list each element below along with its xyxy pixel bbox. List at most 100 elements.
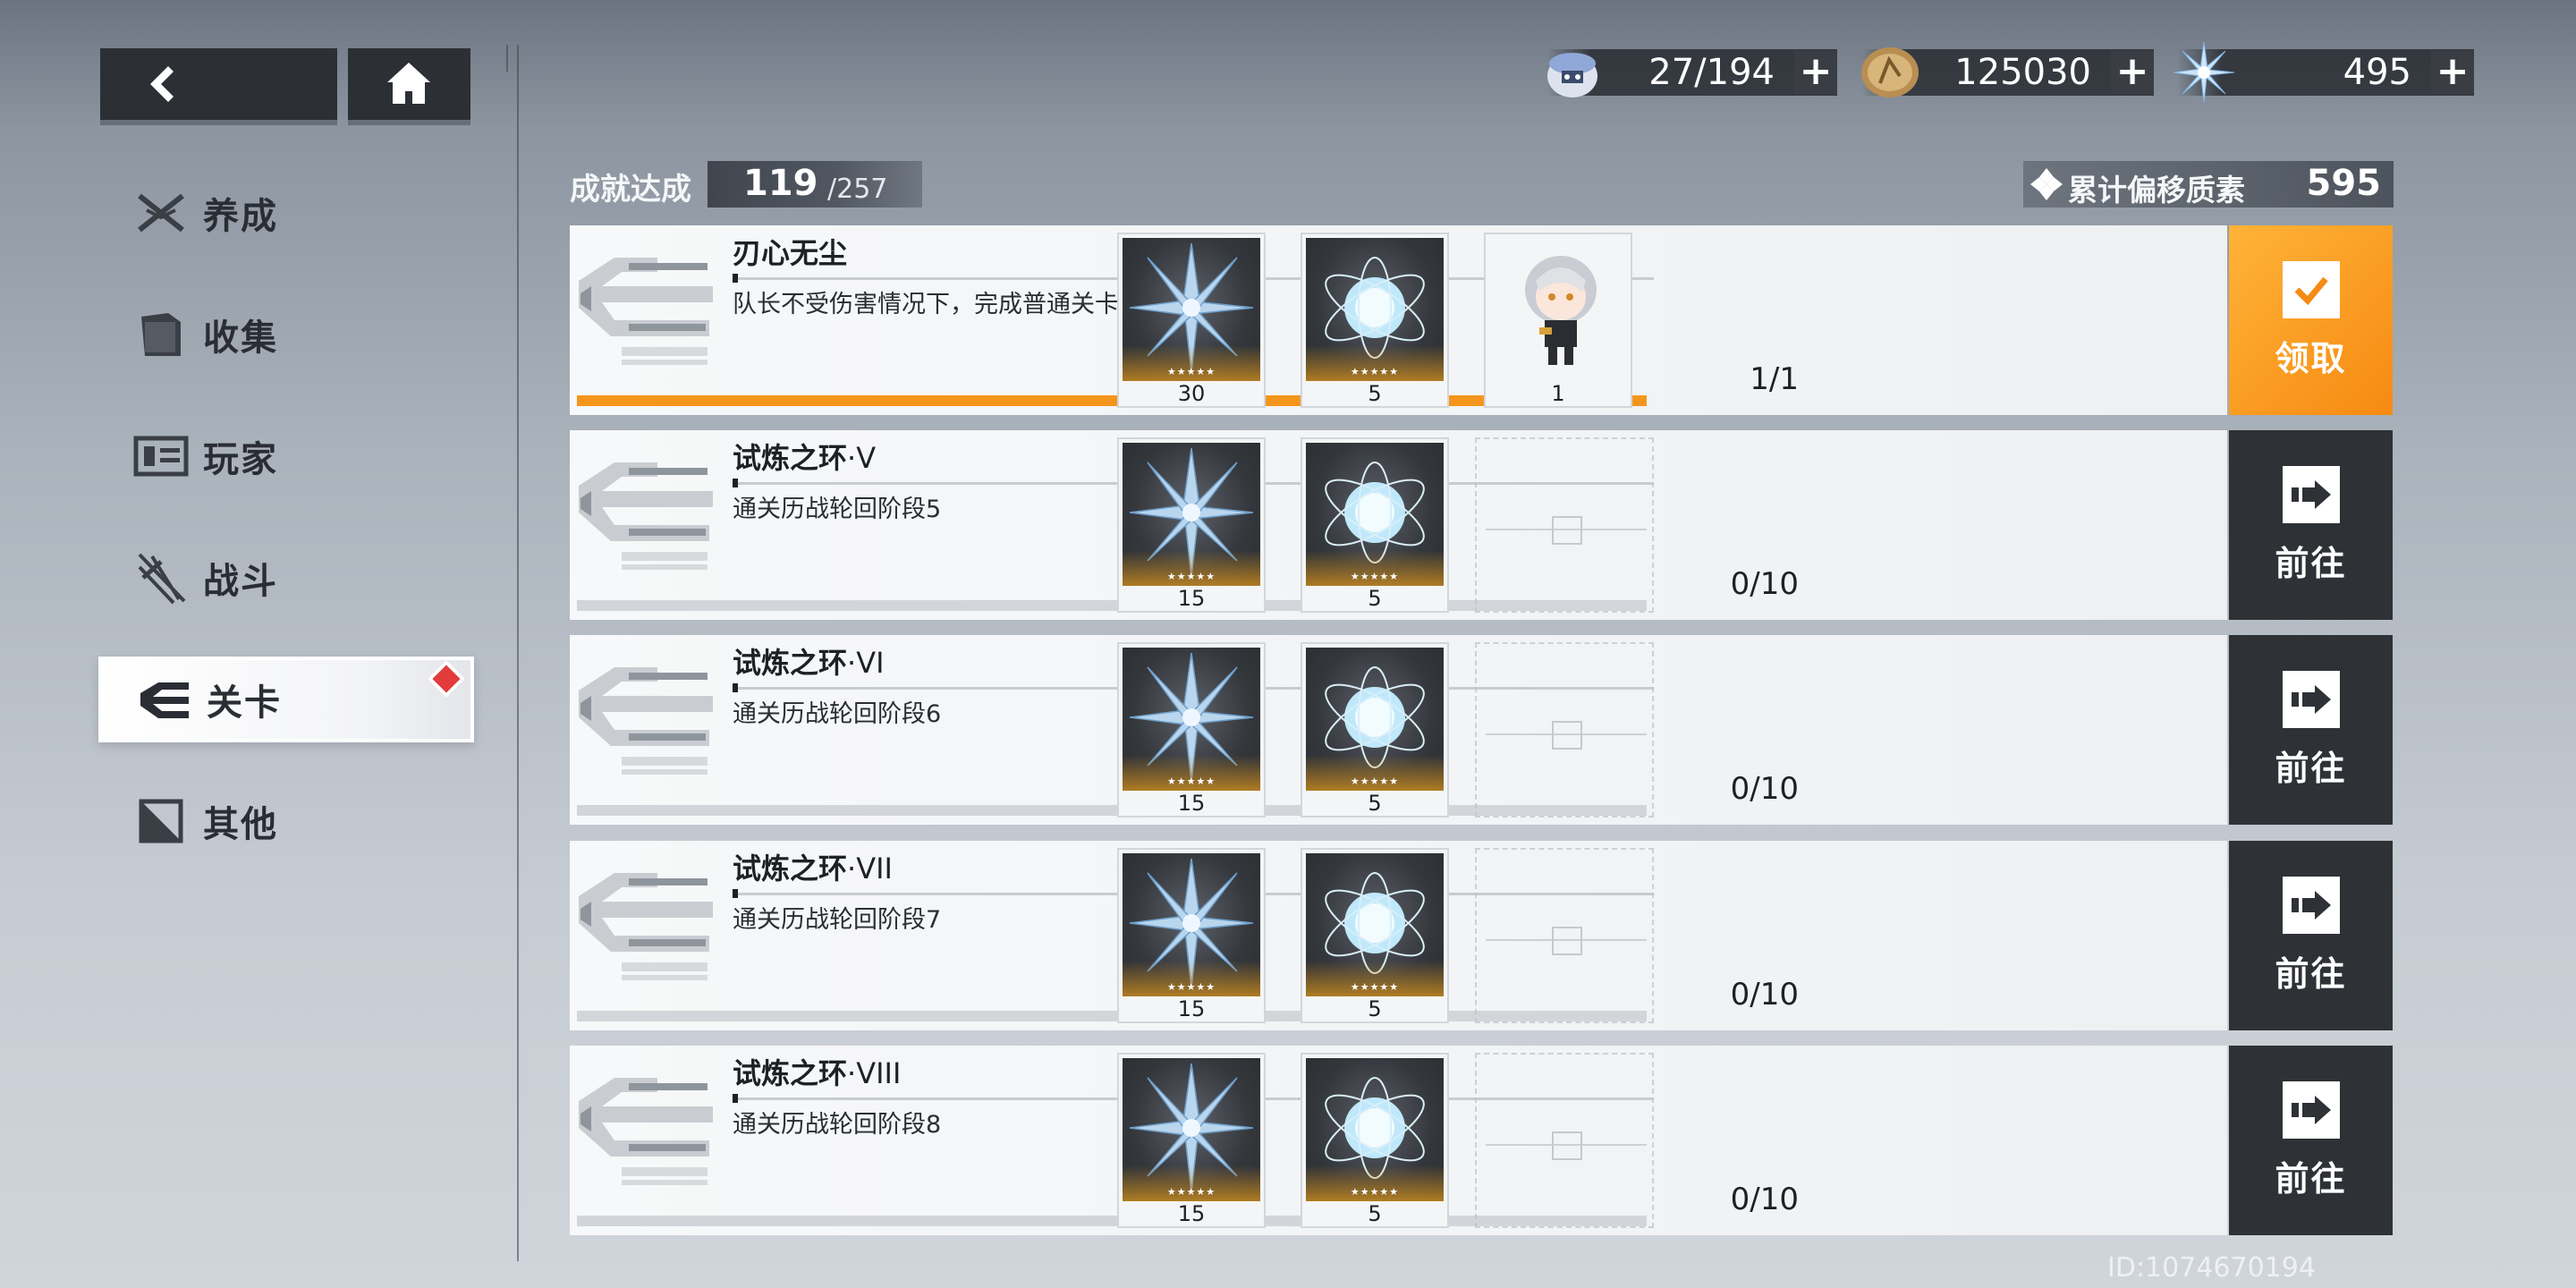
achievement-description: 通关历战轮回阶段5 (733, 496, 942, 523)
blades-icon (138, 553, 186, 605)
go-arrow-icon (2291, 684, 2331, 714)
go-button[interactable]: 前往 (2229, 430, 2393, 620)
reward-item[interactable]: ★★★★★ 15 (1117, 848, 1266, 1023)
reward-item[interactable]: ★★★★★ 5 (1301, 1053, 1449, 1228)
reward-item[interactable]: ★★★★★ 15 (1117, 1053, 1266, 1228)
achievement-title: 刃心无尘 (733, 231, 847, 272)
add-crystal-button[interactable]: + (2431, 51, 2474, 94)
empty-slot-square (1552, 516, 1582, 545)
sidebar-item-label: 关卡 (207, 682, 282, 724)
button-label: 领取 (2275, 338, 2347, 378)
achievement-emblem (575, 240, 718, 374)
achievement-emblem (575, 855, 718, 989)
reward-image: ★★★★★ (1306, 853, 1444, 996)
check-icon (2294, 276, 2328, 305)
button-label: 前往 (2275, 1158, 2347, 1199)
sidebar-item-label: 收集 (203, 318, 278, 359)
title-underline-marker (733, 479, 738, 487)
button-icon-box (2282, 1080, 2340, 1139)
reward-item[interactable]: ★★★★★ 5 (1301, 233, 1449, 408)
claim-button[interactable]: 领取 (2229, 225, 2393, 415)
achievement-progress-text: 0/10 (1730, 771, 1799, 807)
sidebar-item-training[interactable]: 养成 (98, 172, 474, 254)
reward-item[interactable]: 1 (1484, 233, 1632, 408)
achieved-box: 119 /257 (708, 161, 922, 208)
achievement-subtitle: ·V (847, 441, 877, 475)
rarity-stars: ★★★★★ (1350, 981, 1400, 993)
reward-image: ★★★★★ (1123, 1058, 1260, 1201)
reward-item[interactable]: ★★★★★ 15 (1117, 437, 1266, 613)
sidebar-item-battle[interactable]: 战斗 (98, 537, 474, 619)
achievement-subtitle: ·VIII (847, 1056, 902, 1090)
sidebar-item-collection[interactable]: 收集 (98, 293, 474, 376)
add-stamina-button[interactable]: + (1794, 51, 1837, 94)
coin-icon (1861, 47, 1919, 97)
reward-item[interactable]: ★★★★★ 15 (1117, 642, 1266, 818)
sidebar-item-label: 玩家 (203, 439, 278, 480)
sidebar-divider-top (506, 45, 508, 72)
achievement-emblem (575, 649, 718, 784)
id-card-icon (133, 436, 189, 477)
sidebar-item-label: 战斗 (203, 561, 278, 602)
home-icon (387, 63, 430, 104)
achieved-value: 119 (743, 163, 818, 204)
achievement-emblem (575, 445, 718, 579)
achieved-total: /257 (827, 174, 888, 205)
reward-item[interactable]: ★★★★★ 30 (1117, 233, 1266, 408)
title-underline-marker (733, 683, 738, 692)
reward-count: 15 (1177, 586, 1206, 611)
go-arrow-icon (2291, 479, 2331, 509)
sidebar-divider (517, 45, 519, 1261)
sidebar-item-other[interactable]: 其他 (98, 780, 474, 862)
reward-item[interactable]: ★★★★★ 5 (1301, 437, 1449, 613)
stamina-robot-icon (1547, 53, 1597, 97)
reward-image: ★★★★★ (1123, 238, 1260, 381)
empty-reward-slot (1475, 848, 1654, 1023)
reward-image: ★★★★★ (1306, 1058, 1444, 1201)
achievement-progress-text: 0/10 (1730, 566, 1799, 602)
notification-badge (427, 659, 466, 699)
sidebar-item-player[interactable]: 玩家 (98, 415, 474, 497)
achievement-emblem-icon (579, 873, 713, 980)
reward-image: ★★★★★ (1306, 443, 1444, 586)
back-button[interactable] (100, 48, 337, 120)
other-icon (139, 799, 183, 843)
empty-reward-slot (1475, 1053, 1654, 1228)
reward-item[interactable]: ★★★★★ 5 (1301, 848, 1449, 1023)
go-button[interactable]: 前往 (2229, 635, 2393, 825)
title-underline-marker (733, 274, 738, 283)
sidebar-item-label: 养成 (203, 196, 278, 237)
sidebar-item-stage[interactable]: 关卡 (98, 657, 474, 742)
button-label: 前往 (2275, 953, 2347, 994)
reward-image: ★★★★★ (1306, 238, 1444, 381)
rarity-stars: ★★★★★ (1166, 981, 1216, 993)
achievement-row: 刃心无尘 队长不受伤害情况下，完成普通关卡7-3·影 1/1 ★★★★★ 30 ★★★★★… (570, 225, 2393, 415)
achievement-emblem-icon (579, 258, 713, 365)
crystal-value: 495 (2343, 52, 2411, 93)
reward-image: ★★★★★ (1123, 853, 1260, 996)
empty-slot-square (1552, 1131, 1582, 1160)
home-button[interactable] (348, 48, 470, 120)
reward-count: 15 (1177, 1201, 1206, 1226)
rarity-stars: ★★★★★ (1350, 1186, 1400, 1198)
stamina-value: 27/194 (1648, 52, 1775, 93)
reward-count: 5 (1368, 996, 1382, 1021)
achievement-title: 试炼之环·VI (733, 640, 885, 682)
add-coin-button[interactable]: + (2111, 51, 2154, 94)
crystal-icon (2173, 41, 2235, 104)
reward-image: ★★★★★ (1123, 443, 1260, 586)
chibi-character-icon (1489, 238, 1627, 381)
achievement-progress-text: 1/1 (1750, 361, 1799, 397)
go-button[interactable]: 前往 (2229, 1046, 2393, 1235)
achievement-title-text: 试炼之环 (733, 852, 848, 886)
empty-reward-slot (1475, 642, 1654, 818)
empty-slot-square (1552, 721, 1582, 750)
currency-coin: 125030 + (1861, 47, 2154, 97)
button-label: 前往 (2275, 543, 2347, 583)
achievement-title-text: 试炼之环 (733, 646, 848, 680)
reward-image (1489, 238, 1627, 381)
reward-image: ★★★★★ (1123, 648, 1260, 791)
reward-item[interactable]: ★★★★★ 5 (1301, 642, 1449, 818)
go-button[interactable]: 前往 (2229, 841, 2393, 1030)
rarity-stars: ★★★★★ (1166, 571, 1216, 582)
